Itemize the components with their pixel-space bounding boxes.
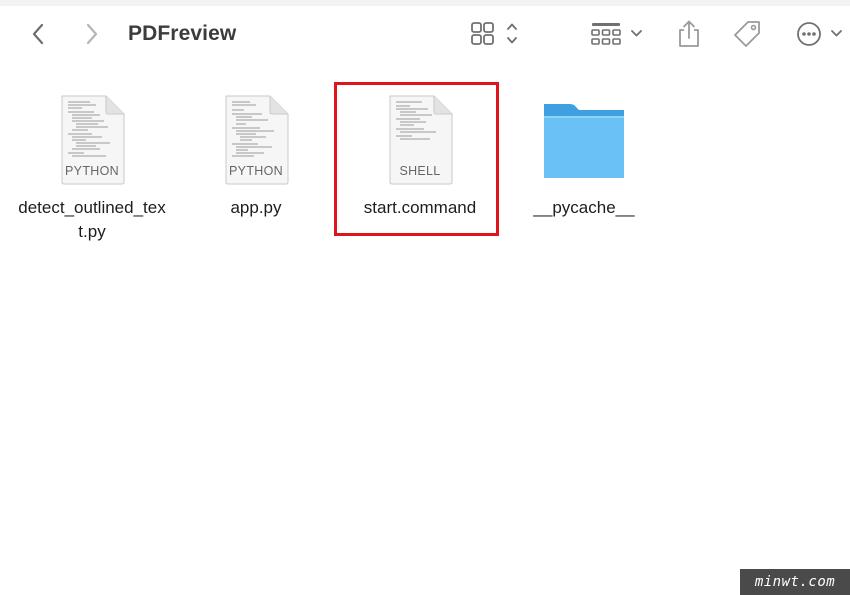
python-document-icon: PYTHON bbox=[52, 92, 132, 188]
share-button[interactable] bbox=[672, 16, 706, 52]
tag-button[interactable] bbox=[729, 16, 765, 52]
python-document-icon: PYTHON bbox=[216, 92, 296, 188]
window-title: PDFreview bbox=[128, 22, 237, 45]
folder-item[interactable]: __pycache__ bbox=[504, 92, 664, 220]
finder-window: PDFreview PYTHON detect_outlined_text.py… bbox=[0, 0, 850, 595]
more-actions-button[interactable] bbox=[792, 18, 848, 50]
document-kind-label: PYTHON bbox=[229, 164, 283, 178]
selection-highlight-box bbox=[334, 82, 499, 236]
document-kind-label: PYTHON bbox=[65, 164, 119, 178]
grid-view-icon bbox=[471, 22, 517, 45]
watermark-logo: minwt.com bbox=[740, 569, 850, 595]
view-mode-button[interactable] bbox=[466, 18, 524, 50]
group-by-icon bbox=[591, 23, 642, 45]
back-button[interactable] bbox=[24, 20, 52, 48]
file-name: detect_outlined_text.py bbox=[18, 198, 166, 241]
ellipsis-circle-icon bbox=[797, 22, 842, 46]
chevron-left-icon bbox=[32, 23, 44, 45]
group-by-button[interactable] bbox=[588, 18, 646, 50]
folder-icon bbox=[540, 92, 632, 188]
tag-icon bbox=[734, 21, 760, 47]
toolbar: PDFreview bbox=[0, 6, 850, 64]
folder-name: __pycache__ bbox=[533, 198, 635, 217]
file-name: app.py bbox=[230, 198, 282, 217]
forward-button[interactable] bbox=[78, 20, 106, 48]
file-item[interactable]: PYTHON detect_outlined_text.py bbox=[12, 92, 172, 244]
chevron-right-icon bbox=[86, 23, 98, 45]
share-icon bbox=[679, 20, 699, 47]
file-item[interactable]: PYTHON app.py bbox=[176, 92, 336, 220]
